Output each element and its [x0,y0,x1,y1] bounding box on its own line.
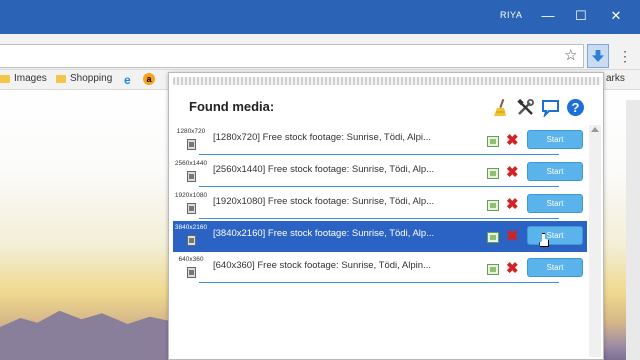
chat-icon[interactable] [541,98,560,119]
scroll-up-arrow-icon[interactable] [591,127,599,132]
start-button[interactable]: Start [527,226,583,245]
help-label: ? [572,100,580,115]
page-scroll-area [626,100,640,360]
bookmark-label: Images [14,73,47,84]
resolution-label: 1280x720 [176,128,206,135]
amazon-icon: a [143,73,155,85]
start-button[interactable]: Start [527,162,583,181]
video-file-icon [187,267,196,278]
copy-link-icon[interactable] [487,168,499,179]
resolution-label: 640x360 [178,256,204,263]
delete-icon[interactable]: ✖ [506,259,519,277]
edge-icon: e [124,73,131,87]
media-list: 1280x720 [1280x720] Free stock footage: S… [173,125,587,285]
profile-name[interactable]: RIYA [500,10,522,20]
bookmark-shopping[interactable]: Shopping [56,73,112,84]
media-row[interactable]: 1920x1080 [1920x1080] Free stock footage:… [173,189,587,220]
video-file-icon [187,139,196,150]
bookmark-edge[interactable]: e [124,73,131,87]
start-button[interactable]: Start [527,194,583,213]
folder-icon [56,74,66,83]
minimize-button[interactable]: — [537,6,559,26]
help-icon[interactable]: ? [566,98,585,117]
drag-handle[interactable] [173,77,601,85]
row-divider [199,218,559,219]
copy-link-icon[interactable] [487,136,499,147]
media-row[interactable]: 1280x720 [1280x720] Free stock footage: S… [173,125,587,156]
start-button[interactable]: Start [527,130,583,149]
media-row[interactable]: 640x360 [640x360] Free stock footage: Sun… [173,253,587,284]
downloader-extension-button[interactable] [587,44,609,68]
resolution-label: 1920x1080 [174,192,208,199]
resolution-label: 2560x1440 [174,160,208,167]
copy-link-icon[interactable] [487,200,499,211]
popup-title: Found media: [189,99,275,114]
download-arrow-icon [592,50,604,62]
bookmark-label: Shopping [70,73,113,84]
copy-link-icon[interactable] [487,232,499,243]
address-bar[interactable] [0,44,584,68]
bookmark-amazon[interactable]: a [143,73,155,85]
media-row[interactable]: 2560x1440 [2560x1440] Free stock footage:… [173,157,587,188]
video-file-icon [187,171,196,182]
copy-link-icon[interactable] [487,264,499,275]
bookmark-star-icon[interactable]: ☆ [564,44,577,68]
video-file-icon [187,235,196,246]
other-bookmarks[interactable]: arks [606,73,625,84]
row-divider [199,282,559,283]
media-title[interactable]: [1280x720] Free stock footage: Sunrise, … [213,132,431,143]
title-bar: RIYA — ☐ ✕ [0,0,640,34]
broom-icon[interactable] [491,98,510,117]
media-row[interactable]: 3840x2160 [3840x2160] Free stock footage:… [173,221,587,252]
folder-icon [0,74,10,83]
tools-icon[interactable] [516,98,535,117]
browser-menu-icon[interactable]: ⋮ [618,44,632,68]
popup-tools: ? [491,98,585,119]
row-divider [199,154,559,155]
start-button[interactable]: Start [527,258,583,277]
close-window-button[interactable]: ✕ [605,6,627,26]
delete-icon[interactable]: ✖ [506,131,519,149]
found-media-popup: Found media: ? 1280x720 [1280x720] Free s… [168,72,604,360]
delete-icon[interactable]: ✖ [506,195,519,213]
row-divider [199,186,559,187]
bookmark-images[interactable]: Images [0,73,47,84]
mountain-silhouette [0,310,170,360]
media-title[interactable]: [1920x1080] Free stock footage: Sunrise,… [213,196,434,207]
resolution-label: 3840x2160 [174,224,208,231]
video-file-icon [187,203,196,214]
media-title[interactable]: [3840x2160] Free stock footage: Sunrise,… [213,228,434,239]
delete-icon[interactable]: ✖ [506,227,519,245]
media-title[interactable]: [2560x1440] Free stock footage: Sunrise,… [213,164,434,175]
popup-scrollbar[interactable] [589,125,601,357]
media-title[interactable]: [640x360] Free stock footage: Sunrise, T… [213,260,431,271]
maximize-button[interactable]: ☐ [570,6,592,26]
delete-icon[interactable]: ✖ [506,163,519,181]
